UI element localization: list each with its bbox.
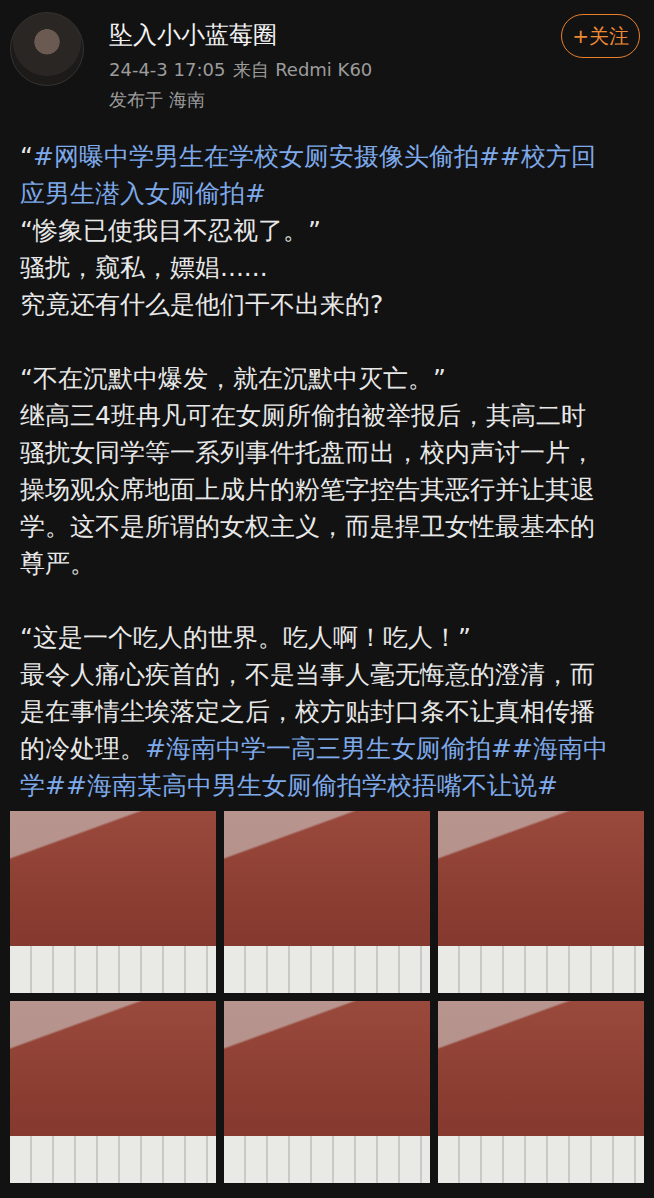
follow-button[interactable]: +关注	[561, 14, 640, 58]
text-segment: “不在沉默中爆发，就在沉默中灭亡。”	[20, 364, 446, 393]
text-line: 学##海南某高中男生女厕偷拍学校捂嘴不让说#	[20, 767, 640, 804]
text-segment: 骚扰女同学等一系列事件托盘而出，校内声讨一片，	[20, 438, 595, 467]
photo[interactable]	[438, 811, 644, 993]
post-location: 发布于 海南	[109, 85, 640, 115]
text-segment: 操场观众席地面上成片的粉笔字控告其恶行并让其退	[20, 475, 595, 504]
avatar[interactable]	[10, 12, 84, 86]
text-segment: 尊严。	[20, 549, 95, 578]
post-header: 坠入小小蓝莓圈24-4-3 17:05来自 Redmi K60发布于 海南+关注	[0, 0, 654, 115]
text-line: 究竟还有什么是他们干不出来的?	[20, 286, 640, 323]
text-line: 继高三4班冉凡可在女厕所偷拍被举报后，其高二时	[20, 397, 640, 434]
location-text: 发布于 海南	[109, 85, 205, 115]
hashtag[interactable]: #海南中学一高三男生女厕偷拍##海南中	[145, 734, 608, 763]
text-segment: 继高三4班冉凡可在女厕所偷拍被举报后，其高二时	[20, 401, 586, 430]
text-segment: “惨象已使我目不忍视了。”	[20, 216, 321, 245]
post-content: “#网曝中学男生在学校女厕安摄像头偷拍##校方回应男生潜入女厕偷拍# “惨象已使我…	[0, 138, 654, 804]
photo[interactable]	[438, 1001, 644, 1183]
author-info: 坠入小小蓝莓圈24-4-3 17:05来自 Redmi K60发布于 海南	[109, 12, 640, 115]
text-segment: “	[20, 142, 33, 171]
photo[interactable]	[224, 811, 430, 993]
text-line: 最令人痛心疾首的，不是当事人毫无悔意的澄清，而	[20, 656, 640, 693]
text-line: “惨象已使我目不忍视了。”	[20, 212, 640, 249]
text-segment: 最令人痛心疾首的，不是当事人毫无悔意的澄清，而	[20, 660, 595, 689]
post-meta: 24-4-3 17:05 来自 Redmi K60	[109, 55, 640, 85]
hashtag[interactable]: 学##海南某高中男生女厕偷拍学校捂嘴不让说#	[20, 771, 558, 800]
text-segment: 骚扰，窥私，嫖娼......	[20, 253, 268, 282]
text-segment: “这是一个吃人的世界。吃人啊！吃人！”	[20, 623, 471, 652]
text-line: “#网曝中学男生在学校女厕安摄像头偷拍##校方回	[20, 138, 640, 175]
text-line: 是在事情尘埃落定之后，校方贴封口条不让真相传播	[20, 693, 640, 730]
post-source: 来自 Redmi K60	[233, 55, 372, 85]
hashtag[interactable]: #网曝中学男生在学校女厕安摄像头偷拍##校方回	[33, 142, 596, 171]
text-line: 操场观众席地面上成片的粉笔字控告其恶行并让其退	[20, 471, 640, 508]
text-line: 学。这不是所谓的女权主义，而是捍卫女性最基本的	[20, 508, 640, 545]
text-line: 应男生潜入女厕偷拍#	[20, 175, 640, 212]
photo[interactable]	[10, 1001, 216, 1183]
text-line: “这是一个吃人的世界。吃人啊！吃人！”	[20, 619, 640, 656]
post-time: 24-4-3 17:05	[109, 55, 225, 85]
photo-grid	[0, 811, 654, 1183]
text-segment: 究竟还有什么是他们干不出来的?	[20, 290, 383, 319]
photo[interactable]	[224, 1001, 430, 1183]
text-segment: 是在事情尘埃落定之后，校方贴封口条不让真相传播	[20, 697, 595, 726]
text-segment: 学。这不是所谓的女权主义，而是捍卫女性最基本的	[20, 512, 595, 541]
text-line: 骚扰，窥私，嫖娼......	[20, 249, 640, 286]
text-line: 骚扰女同学等一系列事件托盘而出，校内声讨一片，	[20, 434, 640, 471]
text-segment: 的冷处理。	[20, 734, 145, 763]
hashtag[interactable]: 应男生潜入女厕偷拍#	[20, 179, 266, 208]
text-line: 尊严。	[20, 545, 640, 582]
photo[interactable]	[10, 811, 216, 993]
text-line: 的冷处理。#海南中学一高三男生女厕偷拍##海南中	[20, 730, 640, 767]
text-line: “不在沉默中爆发，就在沉默中灭亡。”	[20, 360, 640, 397]
